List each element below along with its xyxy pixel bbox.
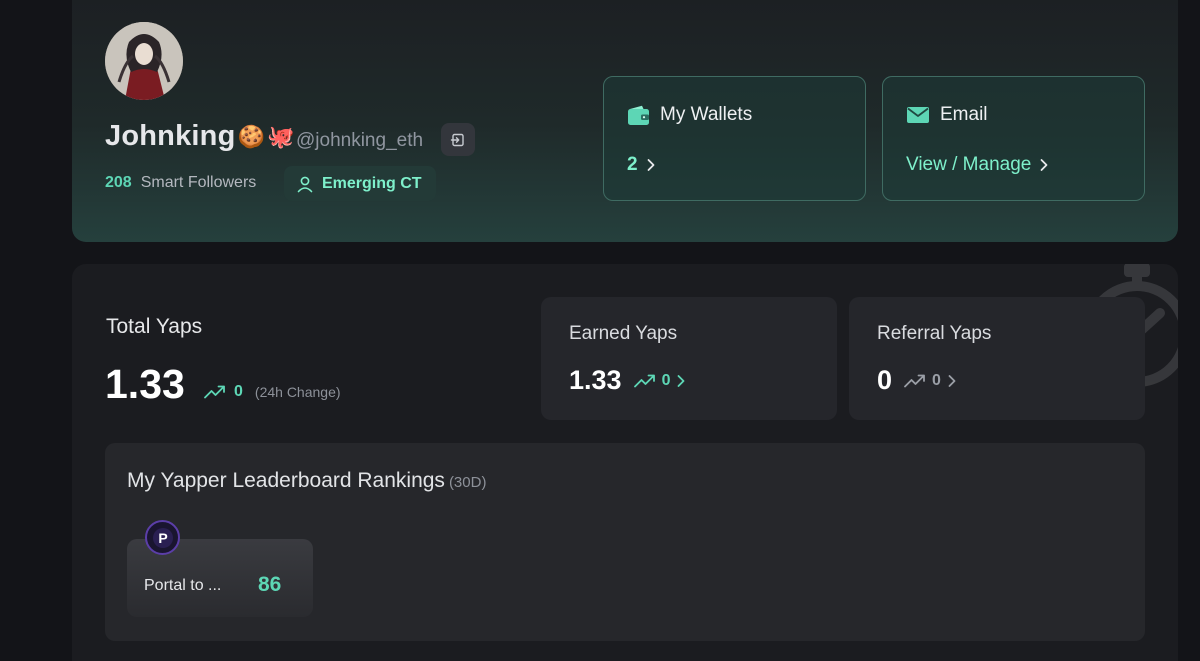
logout-icon: [450, 133, 464, 146]
view-manage-email-link[interactable]: View / Manage: [906, 154, 1049, 176]
referral-yaps-card[interactable]: Referral Yaps 0 0: [849, 297, 1145, 420]
tier-badge: Emerging CT: [284, 166, 436, 201]
referral-yaps-title: Referral Yaps: [877, 323, 992, 344]
smart-followers-label: Smart Followers: [140, 174, 257, 191]
referral-yaps-value: 0: [877, 365, 893, 395]
trend-up-icon: [204, 385, 225, 399]
email-label: Email: [940, 104, 988, 125]
referral-yaps-change-value: 0: [932, 371, 941, 389]
referral-yaps-row: 0 0: [877, 365, 957, 396]
earned-yaps-change: 0: [633, 371, 687, 390]
trend-up-icon: [904, 374, 925, 387]
trend-up-icon: [633, 374, 655, 387]
user-handle: @johnking_eth: [296, 130, 424, 151]
leaderboard-item-name: Portal to ...: [144, 577, 222, 594]
referral-yaps-change: 0: [904, 372, 957, 390]
cookie-emoji: 🍪: [237, 123, 266, 149]
user-icon: [297, 176, 313, 192]
portal-logo-mark: P: [152, 527, 173, 548]
page: Johnking 🍪 🐙 @johnking_eth 208 Smart Fol…: [0, 0, 1200, 661]
total-yaps-title: Total Yaps: [106, 315, 203, 338]
display-name-text: Johnking: [105, 120, 236, 152]
earned-yaps-value: 1.33: [569, 365, 622, 395]
smart-followers-count: 208: [105, 174, 132, 191]
wallet-count-link[interactable]: 2: [627, 154, 656, 176]
portal-logo-letter: P: [158, 530, 167, 546]
leaderboard-title: My Yapper Leaderboard Rankings (30D): [127, 469, 486, 493]
leaderboard-title-text: My Yapper Leaderboard Rankings: [127, 469, 445, 492]
profile-card: Johnking 🍪 🐙 @johnking_eth 208 Smart Fol…: [72, 0, 1178, 242]
earned-yaps-change-value: 0: [661, 371, 671, 389]
octopus-emoji: 🐙: [267, 123, 295, 149]
my-wallets-title: My Wallets: [627, 104, 752, 126]
change-period-note: (24h Change): [254, 384, 341, 400]
view-manage-label: View / Manage: [906, 154, 1032, 175]
chevron-right-icon: [647, 159, 654, 171]
my-wallets-label: My Wallets: [660, 104, 753, 125]
earned-yaps-card[interactable]: Earned Yaps 1.33 0: [541, 297, 837, 420]
earned-yaps-row: 1.33 0: [569, 365, 686, 396]
display-name: Johnking 🍪 🐙: [105, 120, 295, 153]
smart-followers: 208 Smart Followers: [105, 174, 256, 192]
tier-label: Emerging CT: [322, 174, 422, 192]
total-yaps-change: 0 (24h Change): [204, 383, 341, 401]
total-yaps-change-value: 0: [234, 383, 243, 400]
wallet-count: 2: [627, 154, 638, 175]
total-yaps-value: 1.33: [105, 361, 185, 407]
chevron-right-icon: [948, 374, 956, 387]
avatar-image: [105, 22, 183, 100]
chevron-right-icon: [678, 374, 685, 387]
leaderboard-rankings-section: My Yapper Leaderboard Rankings (30D) Port…: [105, 443, 1145, 641]
email-card[interactable]: Email View / Manage: [882, 76, 1145, 201]
mail-icon: [907, 107, 929, 123]
earned-yaps-title: Earned Yaps: [569, 323, 678, 344]
leaderboard-item-rank: 86: [258, 573, 282, 596]
logout-button[interactable]: [441, 123, 475, 156]
wallet-icon: [628, 105, 649, 125]
my-wallets-card[interactable]: My Wallets 2: [603, 76, 866, 201]
portal-logo-icon: P: [145, 520, 180, 555]
avatar[interactable]: [105, 22, 183, 100]
leaderboard-period: (30D): [448, 474, 487, 491]
yaps-panel: Total Yaps 1.33 0 (24h Change) Earned Ya…: [72, 264, 1178, 661]
email-title: Email: [906, 104, 988, 126]
chevron-right-icon: [1040, 159, 1048, 171]
